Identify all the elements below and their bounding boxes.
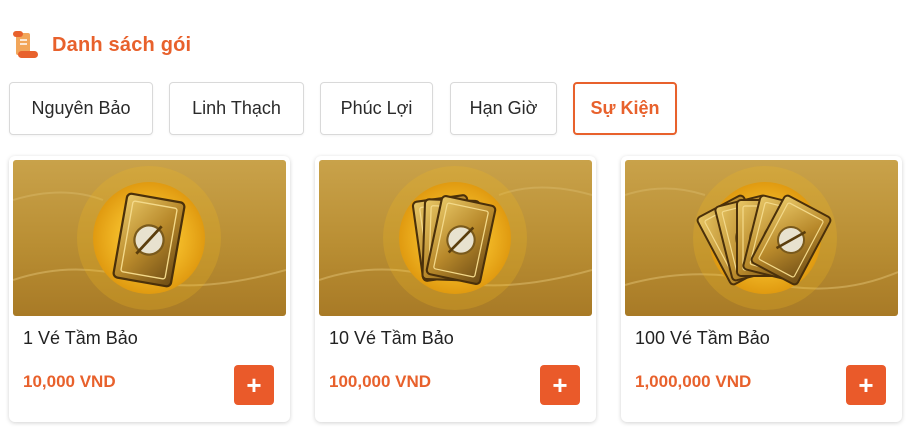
package-banner-image <box>13 160 286 316</box>
add-to-cart-button[interactable]: + <box>846 365 886 405</box>
package-banner-image <box>319 160 592 316</box>
tab-label: Sự Kiện <box>590 98 660 118</box>
tab-label: Phúc Lợi <box>340 98 413 118</box>
package-price: 10,000 VND <box>23 372 116 391</box>
plus-icon: + <box>552 370 568 400</box>
add-to-cart-button[interactable]: + <box>234 365 274 405</box>
ticket-illustration <box>319 166 592 310</box>
ticket-illustration <box>625 166 898 310</box>
package-title: 1 Vé Tầm Bảo <box>23 328 138 348</box>
tab-label: Linh Thạch <box>192 98 281 118</box>
section-header: Danh sách gói <box>10 27 191 63</box>
tab-han-gio[interactable]: Hạn Giờ <box>450 82 557 135</box>
tab-phuc-loi[interactable]: Phúc Lợi <box>320 82 433 135</box>
package-card[interactable]: 1 Vé Tầm Bảo 10,000 VND + <box>9 156 290 422</box>
add-to-cart-button[interactable]: + <box>540 365 580 405</box>
page-title: Danh sách gói <box>52 33 192 56</box>
tab-linh-thach[interactable]: Linh Thạch <box>169 82 304 135</box>
tab-su-kien[interactable]: Sự Kiện <box>573 82 677 135</box>
scroll-icon <box>13 31 38 58</box>
package-price: 100,000 VND <box>329 372 432 391</box>
package-title: 10 Vé Tầm Bảo <box>329 328 454 348</box>
tab-label: Hạn Giờ <box>469 98 538 118</box>
ticket-illustration <box>13 166 286 310</box>
package-price: 1,000,000 VND <box>635 372 752 391</box>
package-banner-image <box>625 160 898 316</box>
plus-icon: + <box>858 370 874 400</box>
package-card[interactable]: 100 Vé Tầm Bảo 1,000,000 VND + <box>621 156 902 422</box>
plus-icon: + <box>246 370 262 400</box>
package-card[interactable]: 10 Vé Tầm Bảo 100,000 VND + <box>315 156 596 422</box>
package-title: 100 Vé Tầm Bảo <box>635 328 770 348</box>
tab-label: Nguyên Bảo <box>31 98 131 118</box>
tab-nguyen-bao[interactable]: Nguyên Bảo <box>9 82 153 135</box>
